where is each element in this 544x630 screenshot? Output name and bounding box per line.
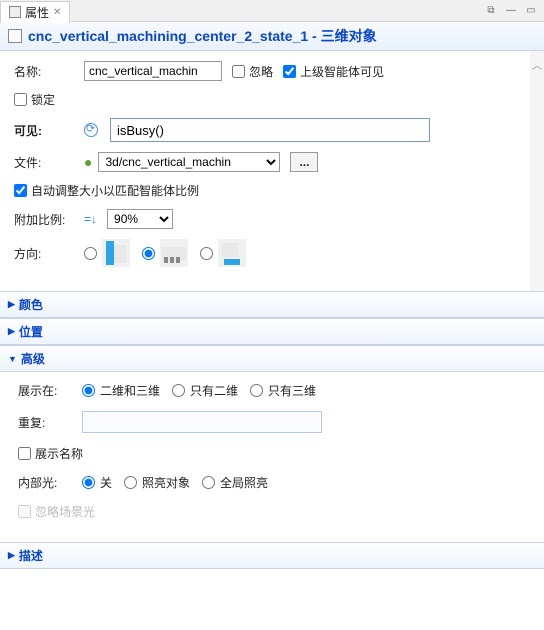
titlebar: 属性 ✕ ⧉ — ▭ [0,0,544,22]
showin-label: 展示在: [18,382,82,399]
file-select[interactable]: 3d/cnc_vertical_machin [98,152,280,172]
orientation-radio-1[interactable] [84,247,97,260]
orientation-thumb-1 [102,239,130,267]
file-label: 文件: [14,154,84,171]
showin-both[interactable]: 二维和三维 [82,382,160,399]
visible-parent-check[interactable] [283,65,296,78]
scrollbar[interactable]: ︿ [530,51,544,291]
section-position[interactable]: ▶ 位置 [0,318,544,345]
showname-checkbox[interactable]: 展示名称 [18,445,83,462]
maximize-icon[interactable]: ▭ [522,3,540,19]
light-label: 内部光: [18,474,82,491]
light-object[interactable]: 照亮对象 [124,474,190,491]
reset-icon[interactable] [84,123,98,137]
ignore-ambient-check [18,505,31,518]
chevron-down-icon: ▼ [8,354,17,364]
section-color[interactable]: ▶ 颜色 [0,291,544,318]
header: cnc_vertical_machining_center_2_state_1 … [0,22,544,51]
equals-icon[interactable]: =↓ [84,212,97,226]
main-panel: 名称: 忽略 上级智能体可见 锁定 可见: 文件: ● 3d/cnc_verti… [0,51,530,291]
minimize-icon[interactable]: — [502,3,520,19]
name-label: 名称: [14,63,84,80]
chevron-right-icon: ▶ [8,550,15,561]
showin-2d[interactable]: 只有二维 [172,382,238,399]
showin-3d[interactable]: 只有三维 [250,382,316,399]
orientation-radio-2[interactable] [142,247,155,260]
name-input[interactable] [84,61,222,81]
file-bullet-icon: ● [84,154,92,170]
showname-check[interactable] [18,447,31,460]
close-tab-icon[interactable]: ✕ [53,7,61,18]
light-radio-off[interactable] [82,476,95,489]
light-off[interactable]: 关 [82,474,112,491]
showin-radio-3d[interactable] [250,384,263,397]
visible-label: 可见: [14,122,84,139]
repeat-label: 重复: [18,414,82,431]
autoscale-check[interactable] [14,184,27,197]
orientation-radio-3[interactable] [200,247,213,260]
visible-parent-checkbox[interactable]: 上级智能体可见 [283,63,384,80]
visible-expression-input[interactable] [110,118,430,142]
tab-title: 属性 [25,4,49,21]
repeat-input[interactable] [82,411,322,433]
visible-parent-label: 上级智能体可见 [300,63,384,80]
showname-label: 展示名称 [35,445,83,462]
tab-icon [9,6,21,18]
orientation-3[interactable] [200,239,246,267]
autoscale-checkbox[interactable]: 自动调整大小以匹配智能体比例 [14,182,199,199]
scale-select[interactable]: 90% [107,209,173,229]
section-position-label: 位置 [19,323,43,340]
scale-label: 附加比例: [14,211,84,228]
lock-label: 锁定 [31,91,55,108]
orientation-thumb-2 [160,239,188,267]
orientation-2[interactable] [142,239,188,267]
scroll-up-icon[interactable]: ︿ [532,57,542,72]
object-icon [8,29,22,43]
light-radio-object[interactable] [124,476,137,489]
showin-radio-both[interactable] [82,384,95,397]
window-buttons: ⧉ — ▭ [482,3,544,19]
page-title: cnc_vertical_machining_center_2_state_1 … [28,26,377,46]
chevron-right-icon: ▶ [8,299,15,310]
browse-button[interactable]: ... [290,152,318,172]
light-radio-global[interactable] [202,476,215,489]
restore-icon[interactable]: ⧉ [482,3,500,19]
orientation-label: 方向: [14,245,84,262]
advanced-body: 展示在: 二维和三维 只有二维 只有三维 重复: 展示名称 内部光: 关 [0,372,544,542]
orientation-1[interactable] [84,239,130,267]
ignore-ambient-checkbox: 忽略场景光 [18,503,95,520]
section-description-label: 描述 [19,547,43,564]
orientation-thumb-3 [218,239,246,267]
light-global[interactable]: 全局照亮 [202,474,268,491]
ignore-label: 忽略 [249,63,273,80]
ignore-checkbox[interactable]: 忽略 [232,63,273,80]
section-advanced[interactable]: ▼ 高级 [0,345,544,372]
lock-check[interactable] [14,93,27,106]
lock-checkbox[interactable]: 锁定 [14,91,55,108]
ignore-check[interactable] [232,65,245,78]
section-advanced-label: 高级 [21,350,45,367]
ignore-ambient-label: 忽略场景光 [35,503,95,520]
autoscale-label: 自动调整大小以匹配智能体比例 [31,182,199,199]
properties-tab[interactable]: 属性 ✕ [0,1,70,23]
chevron-right-icon: ▶ [8,326,15,337]
section-color-label: 颜色 [19,296,43,313]
section-description[interactable]: ▶ 描述 [0,542,544,569]
showin-radio-2d[interactable] [172,384,185,397]
